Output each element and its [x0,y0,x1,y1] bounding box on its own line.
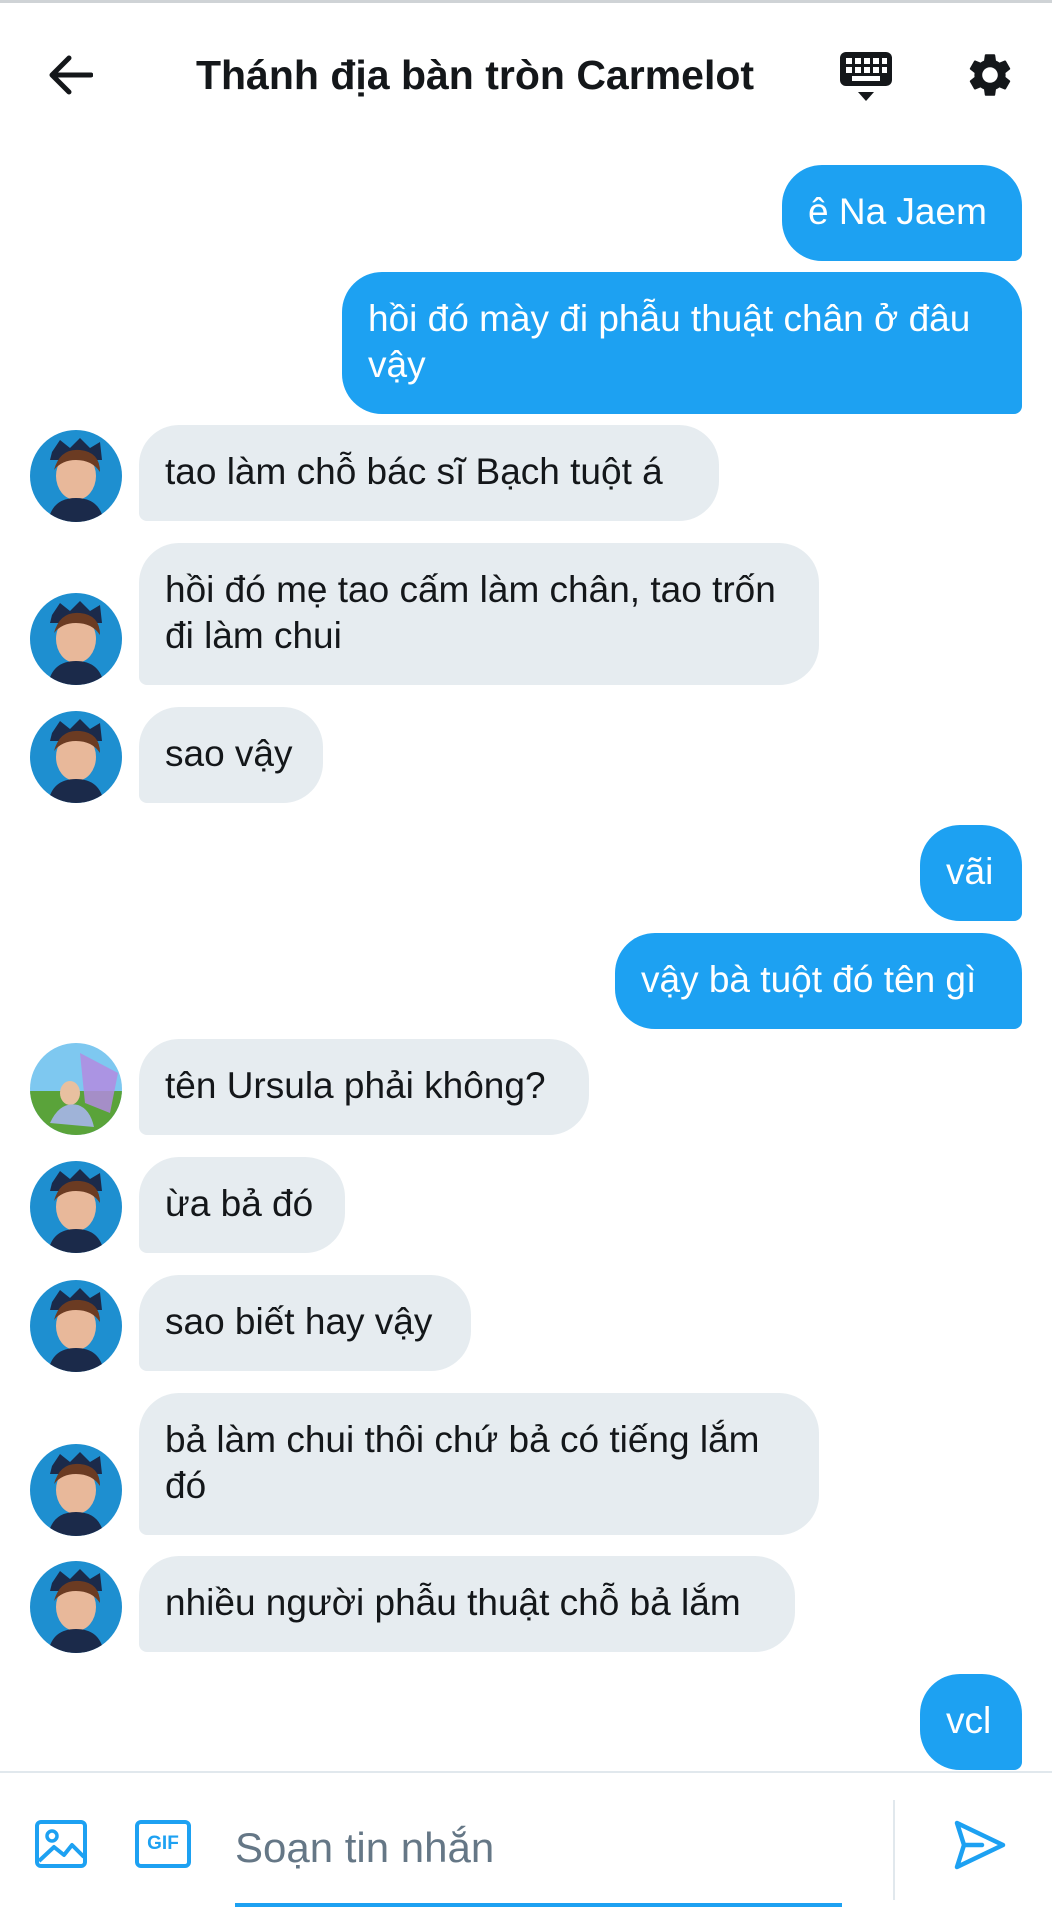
message-bubble-incoming[interactable]: hồi đó mẹ tao cấm làm chân, tao trốn đi … [139,543,819,685]
send-button[interactable] [950,1815,1010,1875]
avatar[interactable] [30,1444,122,1536]
avatar[interactable] [30,430,122,522]
input-focus-underline [235,1903,842,1907]
message-text: tao làm chỗ bác sĩ Bạch tuột á [165,451,663,492]
gif-label: GIF [147,1833,179,1854]
message-bubble-outgoing[interactable]: vậy bà tuột đó tên gì [615,933,1022,1029]
conversation-header: Thánh địa bàn tròn Carmelot [0,0,1052,150]
message-bubble-outgoing[interactable]: vãi [920,825,1022,921]
conversation-title: Thánh địa bàn tròn Carmelot [195,51,755,98]
profile-photo-icon [30,1161,122,1253]
message-text: hồi đó mẹ tao cấm làm chân, tao trốn đi … [165,569,776,656]
message-bubble-incoming[interactable]: tên Ursula phải không? [139,1039,589,1135]
message-text: vcl [946,1700,992,1741]
profile-photo-icon [30,1444,122,1536]
message-text: vãi [946,851,994,892]
settings-button[interactable] [960,45,1020,105]
avatar[interactable] [30,711,122,803]
gear-icon [969,54,1011,96]
message-bubble-incoming[interactable]: tao làm chỗ bác sĩ Bạch tuột á [139,425,719,521]
message-bubble-incoming[interactable]: sao biết hay vậy [139,1275,471,1371]
message-text: ừa bả đó [165,1183,314,1224]
profile-photo-icon [30,711,122,803]
message-text: nhiều người phẫu thuật chỗ bả lắm [165,1582,741,1623]
message-text: ê Na Jaem [808,191,987,232]
profile-photo-icon [30,1561,122,1653]
add-media-button[interactable] [33,1816,89,1872]
profile-photo-icon [30,1043,122,1135]
message-bubble-outgoing[interactable]: hồi đó mày đi phẫu thuật chân ở đâu vậy [342,272,1022,414]
message-text: sao biết hay vậy [165,1301,433,1342]
message-text: sao vậy [165,733,293,774]
message-bubble-incoming[interactable]: sao vậy [139,707,323,803]
message-bubble-outgoing[interactable]: vcl [920,1674,1022,1770]
add-gif-button[interactable]: GIF [133,1816,193,1872]
avatar[interactable] [30,1280,122,1372]
back-button[interactable] [40,45,100,105]
avatar[interactable] [30,1161,122,1253]
avatar[interactable] [30,1561,122,1653]
profile-photo-icon [30,430,122,522]
profile-photo-icon [30,1280,122,1372]
message-text: hồi đó mày đi phẫu thuật chân ở đâu vậy [368,298,971,385]
message-text: bả làm chui thôi chứ bả có tiếng lắm đó [165,1419,760,1506]
message-text: vậy bà tuột đó tên gì [641,959,977,1000]
message-bubble-incoming[interactable]: ừa bả đó [139,1157,345,1253]
composer-vertical-divider [893,1800,895,1900]
message-bubble-outgoing[interactable]: ê Na Jaem [782,165,1022,261]
image-icon [35,1820,87,1868]
arrow-left-icon [49,55,93,95]
message-bubble-incoming[interactable]: nhiều người phẫu thuật chỗ bả lắm [139,1556,795,1652]
message-text: tên Ursula phải không? [165,1065,546,1106]
profile-photo-icon [30,593,122,685]
keyboard-icon [840,52,892,101]
message-input[interactable] [235,1808,842,1888]
send-icon [954,1820,1006,1870]
dm-conversation-screen: Thánh địa bàn tròn Carmelot ê Na Jaem hồ… [0,0,1052,1920]
keyboard-toggle-button[interactable] [835,45,897,107]
avatar[interactable] [30,1043,122,1135]
avatar[interactable] [30,593,122,685]
message-bubble-incoming[interactable]: bả làm chui thôi chứ bả có tiếng lắm đó [139,1393,819,1535]
